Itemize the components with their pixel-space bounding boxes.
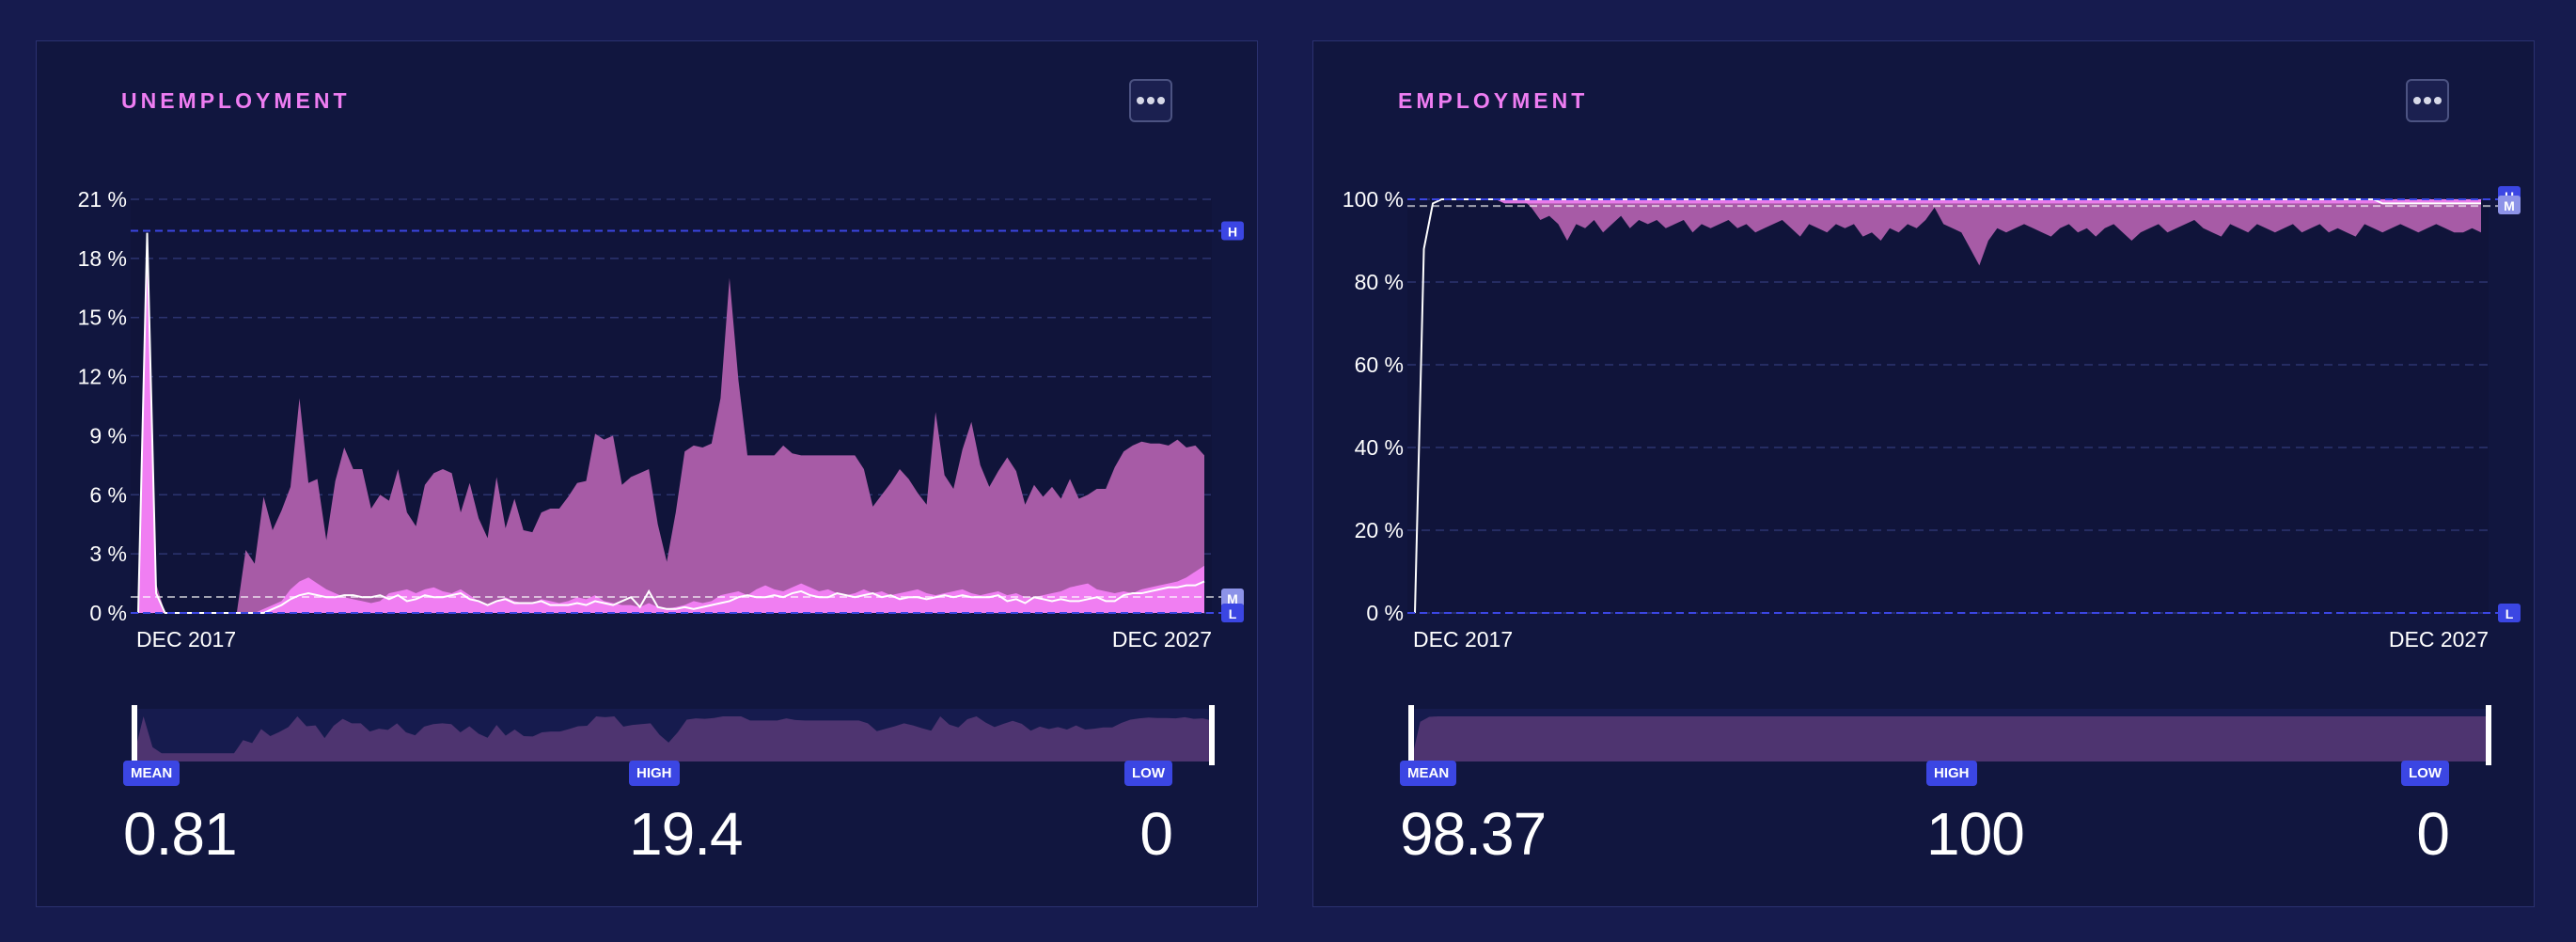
brush-handle-left[interactable] [1408, 705, 1414, 765]
high-badge: HIGH [1926, 761, 1977, 786]
brush-handle-right[interactable] [2486, 705, 2491, 765]
x-start-label: DEC 2017 [1413, 627, 1513, 652]
plot-area [1407, 199, 2489, 613]
mean-badge: MEAN [123, 761, 181, 786]
brush-handle-right[interactable] [1209, 705, 1215, 765]
y-tick-label: 21 % [78, 187, 127, 212]
unemployment-high-stat: HIGH 19.4 [629, 761, 744, 869]
y-tick-label: 3 % [89, 542, 127, 566]
unemployment-mean-stat: MEAN 0.81 [123, 761, 238, 869]
low-marker: L [2498, 604, 2521, 622]
high-marker: H [1221, 221, 1244, 241]
low-badge: LOW [1124, 761, 1172, 786]
y-tick-label: 9 % [89, 423, 127, 447]
low-badge: LOW [2401, 761, 2449, 786]
y-tick-label: 18 % [78, 246, 127, 271]
y-tick-label: 60 % [1355, 353, 1404, 377]
brush-handle-left[interactable] [132, 705, 137, 765]
x-end-label: DEC 2027 [2389, 627, 2489, 652]
employment-mean-stat: MEAN 98.37 [1400, 761, 1547, 869]
low-value: 0 [2416, 800, 2450, 868]
low-marker-label: L [2505, 606, 2514, 621]
brush-area [1411, 716, 2489, 761]
mean-value: 98.37 [1400, 800, 1547, 868]
mean-marker: M [2498, 196, 2521, 214]
y-tick-label: 0 % [1366, 601, 1404, 625]
mean-badge: MEAN [1400, 761, 1457, 786]
y-tick-label: 6 % [89, 482, 127, 507]
y-tick-label: 0 % [89, 601, 127, 625]
employment-panel: EMPLOYMENT 0 %20 %40 %60 %80 %100 %HMLDE… [1312, 40, 2535, 907]
unemployment-panel: UNEMPLOYMENT 0 % 3 % 6 % 9 % 12 % 15 % 18 % 21 … [36, 40, 1258, 907]
high-value: 100 [1926, 800, 2025, 868]
high-value: 19.4 [629, 800, 744, 868]
x-start-label: DEC 2017 [136, 627, 236, 652]
employment-high-stat: HIGH 100 [1926, 761, 2025, 869]
high-badge: HIGH [629, 761, 680, 786]
y-tick-label: 15 % [78, 306, 127, 330]
high-marker-label: H [1228, 225, 1237, 240]
mean-value: 0.81 [123, 800, 238, 868]
unemployment-low-stat: LOW 0 [1124, 761, 1173, 869]
y-tick-label: 20 % [1355, 518, 1404, 542]
y-tick-label: 40 % [1355, 435, 1404, 460]
y-tick-label: 12 % [78, 365, 127, 389]
x-end-label: DEC 2027 [1112, 627, 1212, 652]
mean-marker-label: M [2504, 198, 2515, 213]
low-marker-label: L [1229, 606, 1237, 621]
low-value: 0 [1139, 800, 1173, 868]
employment-low-stat: LOW 0 [2401, 761, 2450, 869]
y-tick-label: 80 % [1355, 270, 1404, 294]
low-marker: L [1221, 604, 1244, 622]
y-tick-label: 100 % [1343, 187, 1404, 212]
